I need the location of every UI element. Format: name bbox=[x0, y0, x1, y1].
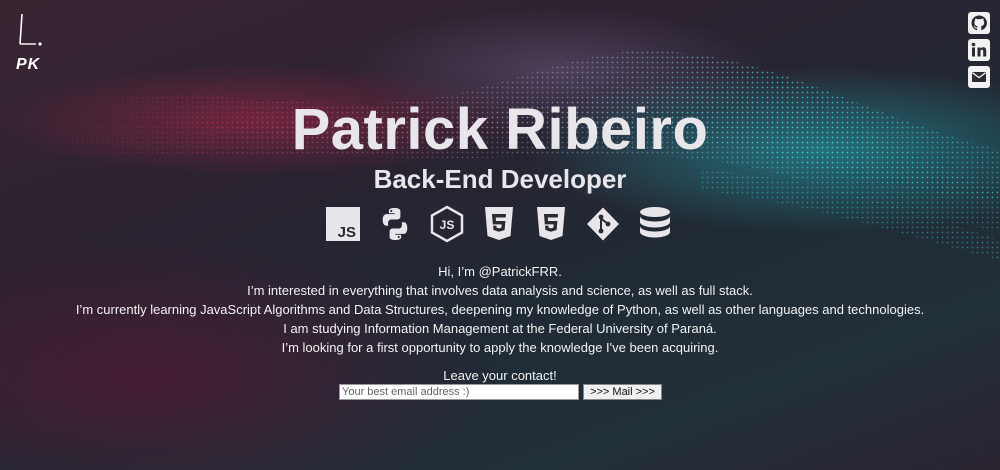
page-subtitle: Back-End Developer bbox=[373, 164, 627, 194]
mail-submit-button[interactable]: >>> Mail >>> bbox=[583, 384, 662, 400]
linkedin-icon[interactable] bbox=[968, 39, 990, 61]
python-icon bbox=[382, 208, 408, 240]
bio-line: Hi, I’m @PatrickFRR. bbox=[438, 264, 562, 279]
bio-line: I am studying Information Management at … bbox=[283, 321, 717, 336]
contact-form: >>> Mail >>> bbox=[339, 384, 662, 400]
contact-label: Leave your contact! bbox=[443, 368, 557, 383]
social-links bbox=[968, 12, 990, 88]
bio-text: Hi, I’m @PatrickFRR. I’m interested in e… bbox=[0, 262, 1000, 357]
html5-icon bbox=[485, 207, 513, 240]
brand-logo-text: PK bbox=[16, 56, 41, 73]
nodejs-icon: JS bbox=[430, 205, 464, 243]
database-icon bbox=[640, 207, 670, 238]
css3-icon bbox=[537, 207, 565, 240]
mail-icon[interactable] bbox=[968, 66, 990, 88]
bio-line: I’m interested in everything that involv… bbox=[247, 283, 753, 298]
svg-text:JS: JS bbox=[440, 218, 455, 232]
git-icon bbox=[587, 207, 619, 241]
email-field[interactable] bbox=[339, 384, 579, 400]
tech-stack-icons: JS JS bbox=[325, 205, 673, 243]
bio-line: I’m currently learning JavaScript Algori… bbox=[75, 302, 925, 317]
page-title: Patrick Ribeiro bbox=[291, 97, 709, 162]
bio-line: I’m looking for a first opportunity to a… bbox=[281, 340, 719, 355]
svg-text:JS: JS bbox=[338, 224, 356, 241]
javascript-icon: JS bbox=[326, 207, 360, 241]
github-icon[interactable] bbox=[968, 12, 990, 34]
